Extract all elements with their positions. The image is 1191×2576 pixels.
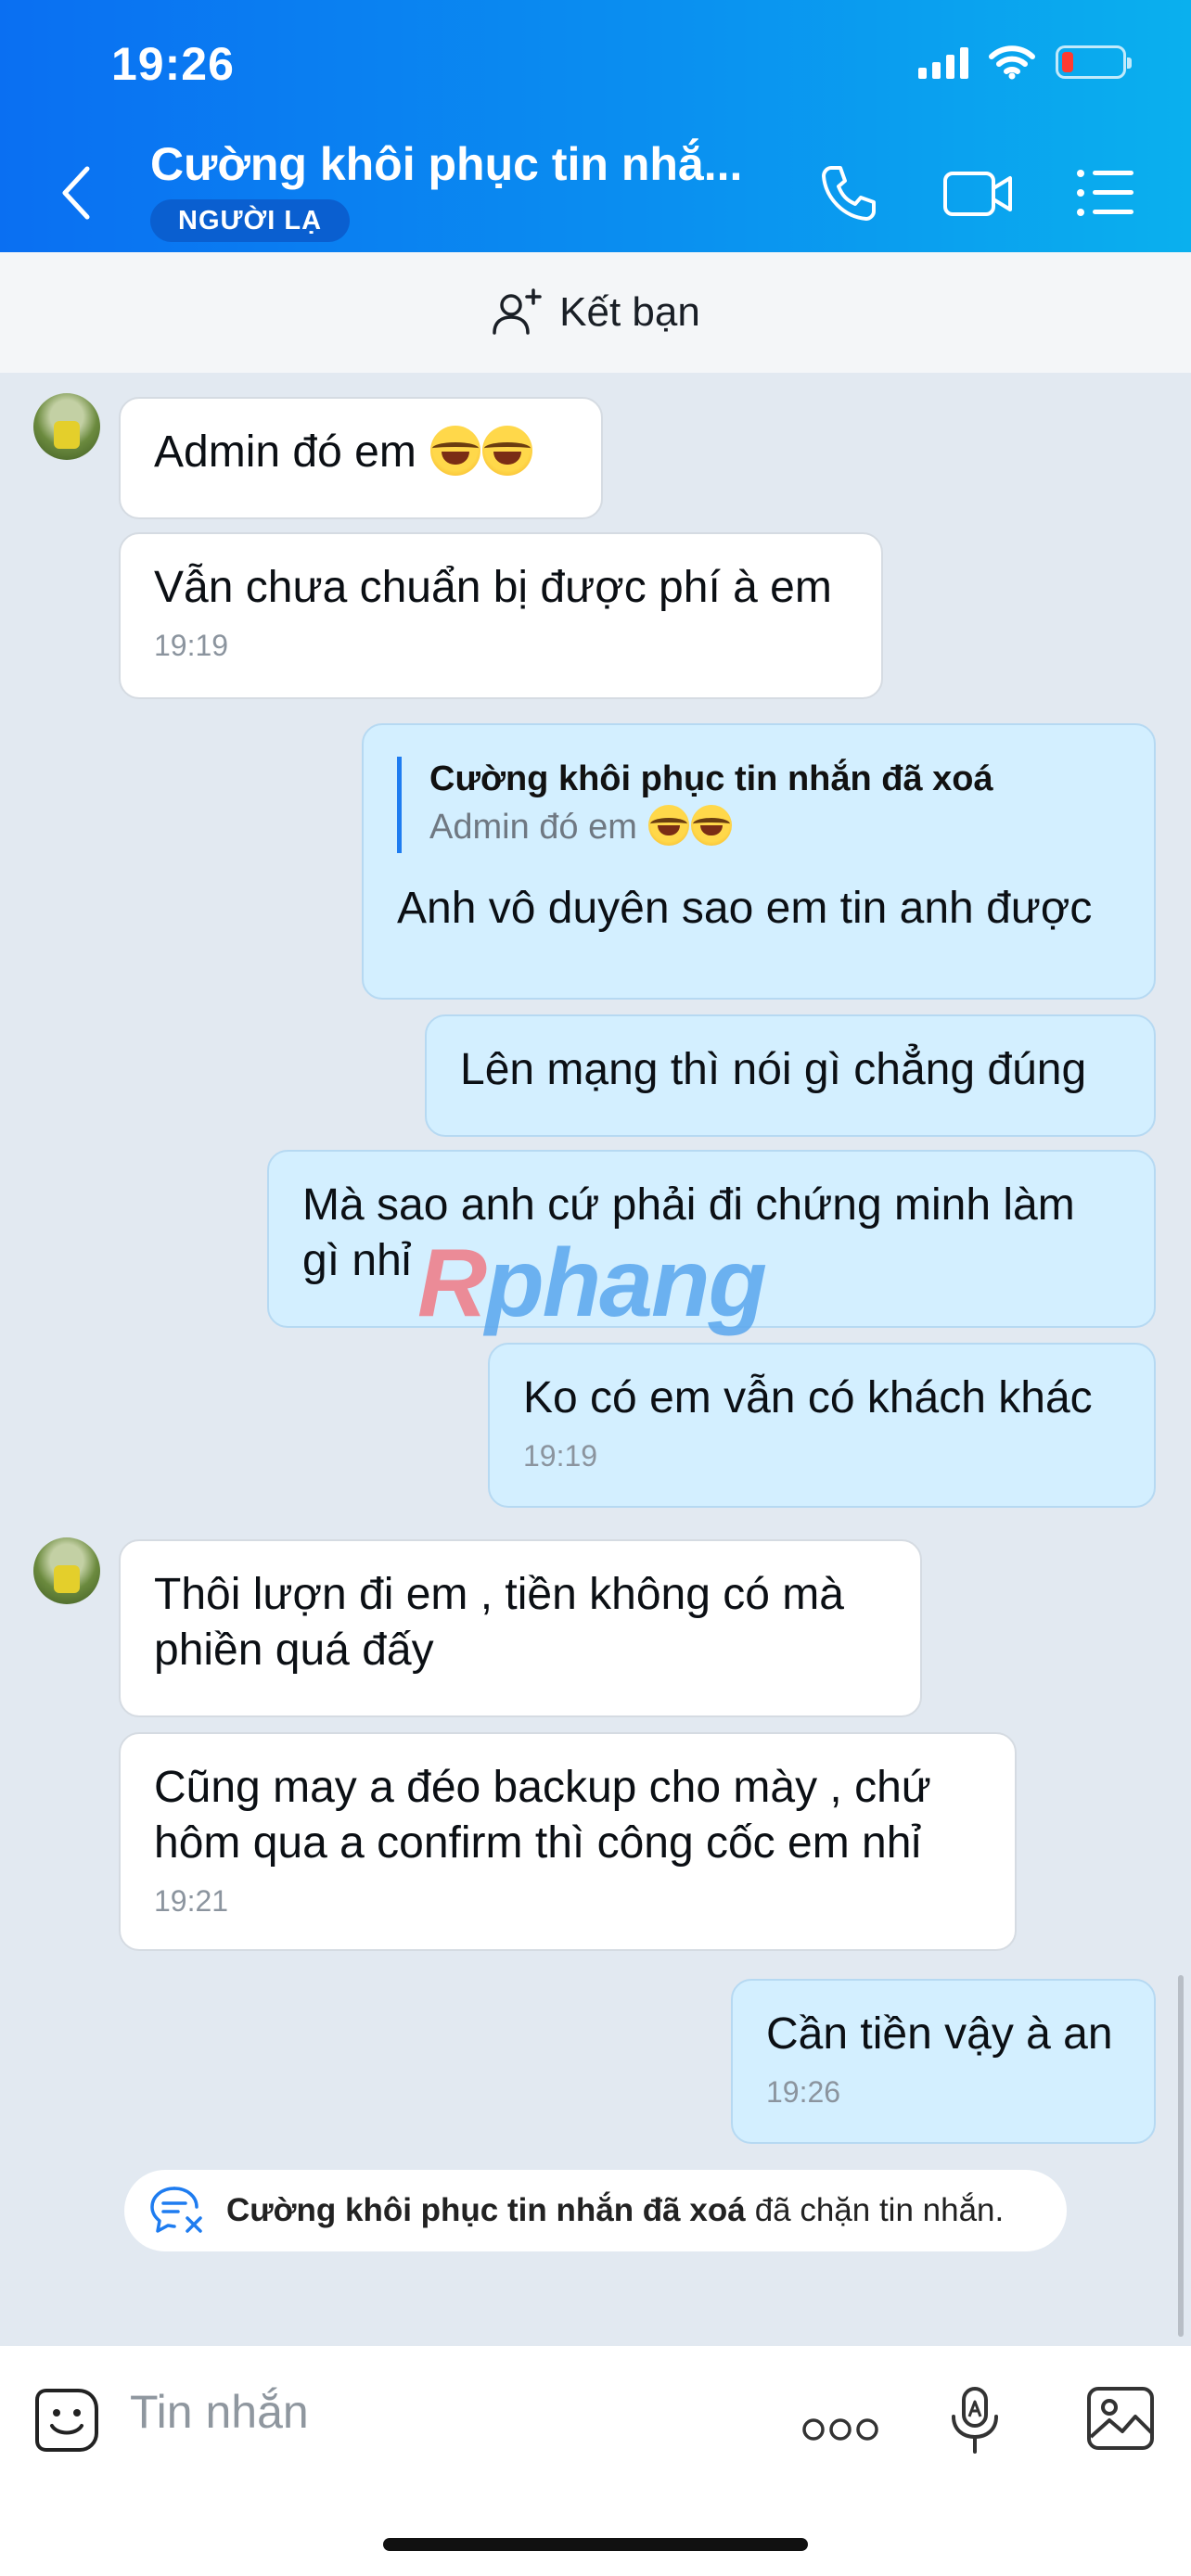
stranger-badge: NGƯỜI LẠ: [150, 199, 351, 242]
chat-header: 19:26 Cường khôi phục tin nhắ... NGƯỜI L…: [0, 0, 1191, 252]
video-icon[interactable]: [942, 162, 1013, 223]
more-icon[interactable]: [801, 2417, 879, 2442]
message-text-line: Cũng may a đéo backup cho mày , chứ: [154, 1763, 931, 1812]
wifi-icon: [989, 45, 1035, 80]
add-friend-label: Kết bạn: [559, 289, 700, 335]
message-bubble-out[interactable]: Ko có em vẫn có khách khác 19:19: [488, 1343, 1156, 1508]
status-icons: [918, 45, 1132, 80]
avatar[interactable]: [33, 393, 100, 460]
laughing-emoji-icon: [482, 426, 533, 476]
message-text: Admin đó em: [154, 427, 416, 477]
message-bubble-out[interactable]: Mà sao anh cứ phải đi chứng minh làm gì …: [267, 1150, 1156, 1328]
message-text: Anh vô duyên sao em tin anh được: [397, 884, 1093, 933]
laughing-emoji-icon: [430, 426, 481, 476]
back-icon[interactable]: [58, 165, 95, 221]
reply-quote[interactable]: Cường khôi phục tin nhắn đã xoá Admin đó…: [397, 757, 1121, 853]
message-text: Vẫn chưa chuẩn bị được phí à em: [154, 563, 832, 612]
message-text: Cần tiền vậy à an: [766, 2009, 1113, 2059]
blocked-notice: Cường khôi phục tin nhắn đã xoá đã chặn …: [124, 2170, 1067, 2251]
message-bubble-out[interactable]: Cường khôi phục tin nhắn đã xoá Admin đó…: [362, 723, 1156, 1000]
notice-name: Cường khôi phục tin nhắn đã xoá: [226, 2192, 746, 2228]
message-bubble-out[interactable]: Cần tiền vậy à an 19:26: [731, 1979, 1156, 2144]
voice-icon[interactable]: [948, 2385, 1002, 2455]
laughing-emoji-icon: [691, 805, 733, 846]
message-time: 19:19: [154, 629, 229, 662]
chat-blocked-icon: [150, 2187, 202, 2233]
message-bubble-in[interactable]: Admin đó em: [119, 397, 603, 519]
avatar[interactable]: [33, 1537, 100, 1604]
message-input[interactable]: Tin nhắn: [130, 2385, 309, 2439]
message-time: 19:21: [154, 1884, 229, 1918]
message-time: 19:26: [766, 2075, 841, 2109]
signal-icon: [918, 45, 968, 79]
message-text-line: Mà sao anh cứ phải đi chứng minh làm: [302, 1180, 1075, 1230]
status-time: 19:26: [111, 38, 235, 90]
notice-text: đã chặn tin nhắn.: [754, 2192, 1005, 2228]
message-bubble-out[interactable]: Lên mạng thì nói gì chẳng đúng: [425, 1014, 1156, 1137]
message-bubble-in[interactable]: Vẫn chưa chuẩn bị được phí à em 19:19: [119, 532, 883, 699]
laughing-emoji-icon: [648, 805, 690, 846]
add-friend-icon: [493, 288, 542, 335]
message-text: Lên mạng thì nói gì chẳng đúng: [460, 1045, 1087, 1094]
sticker-icon[interactable]: [33, 2387, 100, 2454]
message-time: 19:19: [523, 1439, 598, 1473]
message-bubble-in[interactable]: Cũng may a đéo backup cho mày , chứ hôm …: [119, 1732, 1017, 1951]
reply-preview-text: Admin đó em: [429, 808, 637, 847]
message-text-line: gì nhỉ: [302, 1236, 412, 1285]
message-text-line: phiền quá đấy: [154, 1626, 434, 1675]
message-text-line: Thôi lượn đi em , tiền không có mà: [154, 1570, 844, 1619]
reply-sender: Cường khôi phục tin nhắn đã xoá: [429, 759, 993, 798]
add-friend-button[interactable]: Kết bạn: [0, 252, 1191, 373]
home-indicator: [383, 2538, 808, 2551]
message-text: Ko có em vẫn có khách khác: [523, 1373, 1093, 1422]
menu-icon[interactable]: [1076, 162, 1135, 223]
message-text-line: hôm qua a confirm thì công cốc em nhỉ: [154, 1818, 922, 1868]
reply-preview: Admin đó em: [429, 801, 1121, 853]
image-icon[interactable]: [1085, 2383, 1156, 2454]
scrollbar[interactable]: [1178, 1975, 1184, 2337]
message-bubble-in[interactable]: Thôi lượn đi em , tiền không có mà phiền…: [119, 1539, 922, 1717]
battery-icon: [1056, 45, 1132, 79]
phone-icon[interactable]: [818, 162, 879, 223]
chat-title[interactable]: Cường khôi phục tin nhắ...: [150, 137, 742, 191]
